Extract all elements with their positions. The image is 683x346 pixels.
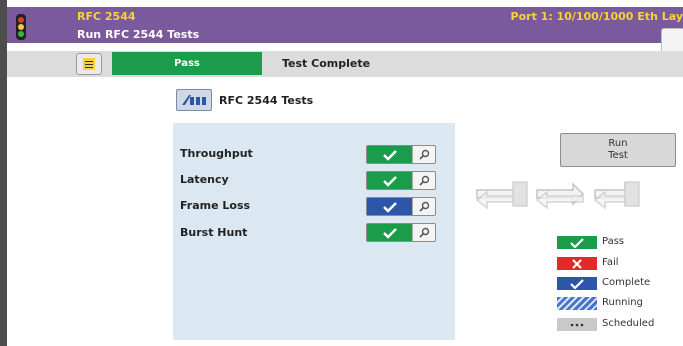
legend-scheduled-swatch <box>557 318 597 331</box>
legend-running-swatch <box>557 297 597 310</box>
suite-title: RFC 2544 Tests <box>219 93 314 107</box>
magnifier-icon[interactable] <box>412 224 435 241</box>
legend-fail-label: Fail <box>602 257 619 268</box>
test-status-throughput[interactable] <box>366 145 436 164</box>
magnifier-icon[interactable] <box>412 146 435 163</box>
notes-button[interactable] <box>76 53 102 75</box>
x-icon <box>572 258 582 269</box>
legend-complete-label: Complete <box>602 277 651 288</box>
legend-pass-label: Pass <box>602 236 625 247</box>
test-label-throughput: Throughput <box>180 147 253 160</box>
test-status-burst-hunt[interactable] <box>366 223 436 242</box>
header-bar: RFC 2544 Port 1: 10/100/1000 Eth Lay Run… <box>7 7 683 43</box>
run-test-line1: Run <box>608 138 628 149</box>
vi-logo-icon <box>176 89 212 111</box>
test-label-latency: Latency <box>180 173 229 186</box>
test-status-text: Test Complete <box>282 57 371 70</box>
legend-running-label: Running <box>602 297 643 308</box>
traffic-light-icon <box>16 14 26 40</box>
port-title: Port 1: 10/100/1000 Eth Lay <box>510 10 683 23</box>
magnifier-icon[interactable] <box>412 172 435 189</box>
run-test-button[interactable]: Run Test <box>560 133 676 167</box>
pass-status-icon <box>367 172 413 189</box>
pass-status-icon <box>367 224 413 241</box>
check-icon <box>570 278 584 289</box>
dots-icon <box>570 323 584 326</box>
test-label-frame-loss: Frame Loss <box>180 199 251 212</box>
suite-header: RFC 2544 Tests <box>176 89 313 111</box>
test-status-frame-loss[interactable] <box>366 197 436 216</box>
legend-complete-swatch <box>557 277 597 290</box>
run-test-line2: Test <box>608 150 628 161</box>
legend-scheduled-label: Scheduled <box>602 318 655 329</box>
page-subtitle: Run RFC 2544 Tests <box>77 28 200 41</box>
test-status-latency[interactable] <box>366 171 436 190</box>
notes-icon <box>83 58 95 70</box>
complete-status-icon <box>367 198 413 215</box>
pass-status-icon <box>367 146 413 163</box>
legend-pass-swatch <box>557 236 597 249</box>
magnifier-icon[interactable] <box>412 198 435 215</box>
result-badge: Pass <box>112 52 262 75</box>
app-title: RFC 2544 <box>77 10 136 23</box>
loopback-diagram-icon <box>475 181 640 210</box>
legend-fail-swatch <box>557 257 597 270</box>
left-border <box>0 0 7 346</box>
test-label-burst-hunt: Burst Hunt <box>180 226 248 239</box>
app-window: RFC 2544 Port 1: 10/100/1000 Eth Lay Run… <box>0 0 683 346</box>
check-icon <box>570 237 584 248</box>
